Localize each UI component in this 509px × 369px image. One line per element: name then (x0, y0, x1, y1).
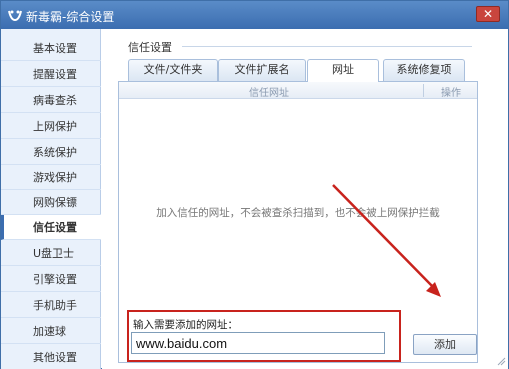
resize-grip-icon[interactable] (496, 356, 506, 366)
add-url-button[interactable]: 添加 (413, 334, 477, 355)
settings-sidebar: 基本设置 提醒设置 病毒查杀 上网保护 系统保护 游戏保护 网购保镖 信任设置 … (1, 29, 101, 369)
url-input-highlight: 输入需要添加的网址： (127, 310, 401, 362)
column-header-url[interactable]: 信任网址 (119, 84, 419, 99)
column-divider (423, 84, 424, 97)
sidebar-item-phone-assistant[interactable]: 手机助手 (1, 293, 101, 318)
tab-files-folders[interactable]: 文件/文件夹 (128, 59, 218, 81)
sidebar-item-accelerator[interactable]: 加速球 (1, 319, 101, 344)
trusted-url-panel: 信任网址 操作 加入信任的网址，不会被查杀扫描到，也不会被上网保护拦截 输入需要… (118, 81, 478, 363)
sidebar-item-game-protection[interactable]: 游戏保护 (1, 165, 101, 190)
sidebar-item-trust[interactable]: 信任设置 (1, 215, 101, 240)
tab-system-repair[interactable]: 系统修复项 (383, 59, 465, 81)
sidebar-item-system-protection[interactable]: 系统保护 (1, 140, 101, 165)
close-icon: ✕ (482, 7, 494, 21)
column-header-action[interactable]: 操作 (429, 84, 473, 99)
sidebar-item-web-protection[interactable]: 上网保护 (1, 114, 101, 139)
sidebar-item-basic[interactable]: 基本设置 (1, 36, 101, 61)
group-title: 信任设置 (128, 41, 172, 54)
url-input[interactable] (131, 332, 385, 354)
settings-window: 新毒霸-综合设置 ✕ 基本设置 提醒设置 病毒查杀 上网保护 系统保护 游戏保护… (0, 0, 509, 369)
table-header: 信任网址 操作 (119, 82, 477, 99)
sidebar-item-engine[interactable]: 引擎设置 (1, 267, 101, 292)
duba-logo-icon (8, 10, 22, 22)
window-title: 新毒霸-综合设置 (26, 10, 115, 24)
sidebar-item-reminder[interactable]: 提醒设置 (1, 62, 101, 87)
sidebar-item-shopping-guard[interactable]: 网购保镖 (1, 190, 101, 215)
title-bar[interactable]: 新毒霸-综合设置 ✕ (1, 1, 508, 29)
url-input-label: 输入需要添加的网址： (133, 319, 238, 331)
tab-urls[interactable]: 网址 (307, 59, 379, 82)
trust-settings-content: 信任设置 文件/文件夹 文件扩展名 网址 系统修复项 信任网址 操作 加入信任的… (102, 29, 508, 369)
empty-list-message: 加入信任的网址，不会被查杀扫描到，也不会被上网保护拦截 (156, 207, 440, 219)
group-divider (182, 46, 472, 47)
sidebar-item-virus-scan[interactable]: 病毒查杀 (1, 88, 101, 113)
close-button[interactable]: ✕ (476, 6, 500, 22)
sidebar-item-usb-guard[interactable]: U盘卫士 (1, 241, 101, 266)
tab-extensions[interactable]: 文件扩展名 (218, 59, 306, 81)
sidebar-item-other[interactable]: 其他设置 (1, 345, 101, 369)
